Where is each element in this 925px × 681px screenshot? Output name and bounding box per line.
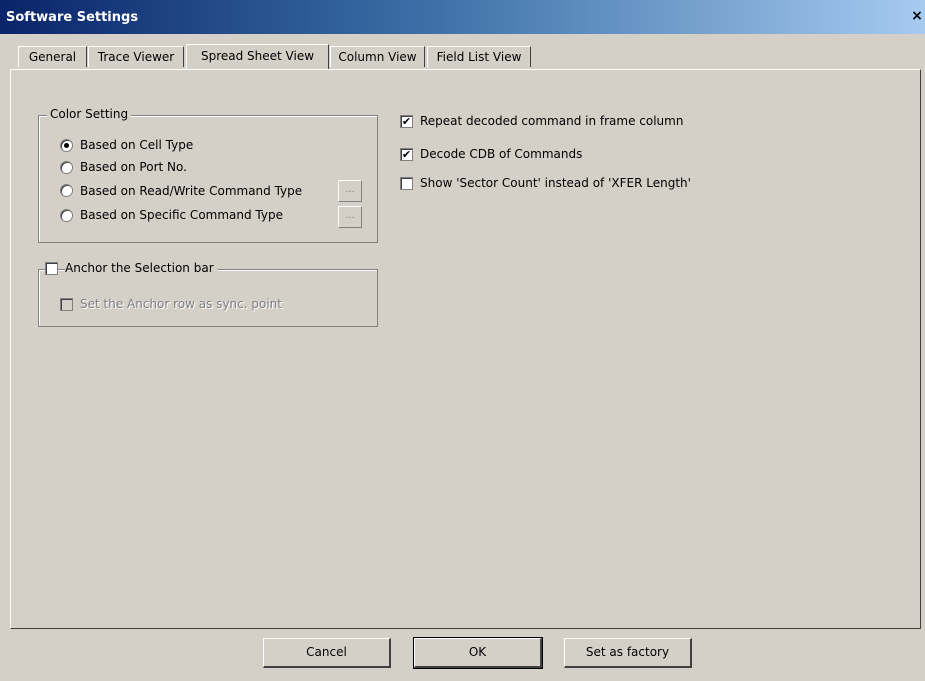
tab-column-view[interactable]: Column View xyxy=(330,46,425,67)
sector-count-checkbox[interactable] xyxy=(400,177,413,190)
cancel-button[interactable]: Cancel xyxy=(263,638,391,668)
specific-command-type-ellipsis-button[interactable]: ... xyxy=(338,206,362,228)
rw-command-type-ellipsis-button[interactable]: ... xyxy=(338,180,362,202)
radio-port-no-label: Based on Port No. xyxy=(80,160,187,174)
tab-field-list-view[interactable]: Field List View xyxy=(427,46,531,67)
color-setting-group xyxy=(38,115,378,243)
radio-specific-command-type[interactable] xyxy=(60,209,73,222)
ok-button[interactable]: OK xyxy=(413,637,543,669)
decode-cdb-label: Decode CDB of Commands xyxy=(420,147,583,161)
repeat-decoded-checkbox[interactable]: ✔ xyxy=(400,115,413,128)
radio-selected-dot xyxy=(64,143,69,148)
set-as-factory-button[interactable]: Set as factory xyxy=(564,638,692,668)
repeat-decoded-label: Repeat decoded command in frame column xyxy=(420,114,684,128)
tab-general[interactable]: General xyxy=(18,46,87,67)
tab-trace-viewer[interactable]: Trace Viewer xyxy=(88,46,184,67)
radio-cell-type-label: Based on Cell Type xyxy=(80,138,194,152)
decode-cdb-checkbox[interactable]: ✔ xyxy=(400,148,413,161)
anchor-selection-label: Anchor the Selection bar xyxy=(65,261,218,275)
window-title: Software Settings xyxy=(6,10,139,25)
tab-spread-sheet-view[interactable]: Spread Sheet View xyxy=(186,44,329,69)
radio-port-no[interactable] xyxy=(60,161,73,174)
title-bar: Software Settings × xyxy=(0,0,925,34)
radio-rw-command-type[interactable] xyxy=(60,184,73,197)
close-icon[interactable]: × xyxy=(909,8,925,24)
radio-specific-command-type-label: Based on Specific Command Type xyxy=(80,208,283,222)
anchor-selection-checkbox[interactable] xyxy=(45,262,58,275)
radio-rw-command-type-label: Based on Read/Write Command Type xyxy=(80,184,303,198)
sync-point-label: Set the Anchor row as sync. point xyxy=(80,297,282,311)
sector-count-label: Show 'Sector Count' instead of 'XFER Len… xyxy=(420,176,691,190)
sync-point-checkbox xyxy=(60,298,73,311)
color-setting-legend: Color Setting xyxy=(47,107,132,121)
radio-cell-type[interactable] xyxy=(60,139,73,152)
